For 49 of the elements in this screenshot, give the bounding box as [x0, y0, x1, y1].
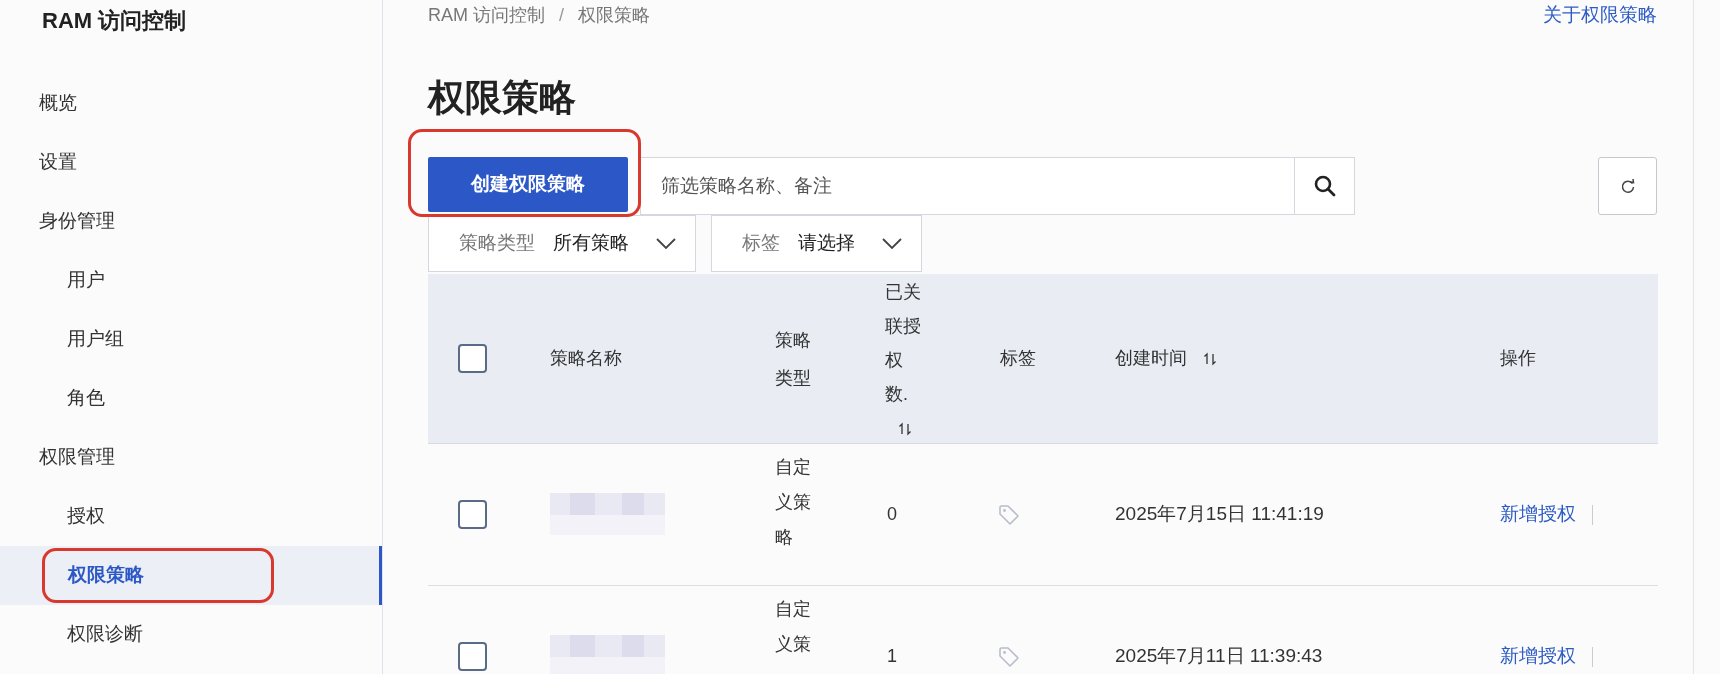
table-cell: 2025年7月15日 11:41:19 [1115, 503, 1324, 525]
checkbox[interactable] [458, 500, 487, 529]
search-button[interactable] [1295, 157, 1355, 215]
table-cell: 0 [887, 504, 897, 524]
filter-dropdown[interactable]: 标签 请选择 [711, 215, 922, 272]
column-header: 策略类型 [775, 328, 812, 390]
table-cell: 2025年7月11日 11:39:43 [1115, 645, 1323, 667]
help-link[interactable]: 关于权限策略 [1543, 0, 1657, 30]
sidebar-item[interactable]: 用户组 [0, 310, 382, 369]
filter-dropdown[interactable]: 策略类型 所有策略 [428, 215, 696, 272]
filter-label: 策略类型 [459, 231, 535, 256]
sidebar-item[interactable]: 权限策略 [0, 546, 382, 605]
sort-icon[interactable] [898, 422, 912, 437]
table-cell: 1 [887, 646, 897, 666]
chevron-down-icon [655, 236, 677, 251]
sort-icon[interactable] [1203, 351, 1217, 366]
sidebar-item[interactable]: 权限诊断 [0, 605, 382, 664]
page-title: 权限策略 [428, 76, 577, 120]
breadcrumb-item[interactable]: RAM 访问控制 [428, 1, 545, 29]
sidebar-item[interactable]: 身份管理 [0, 192, 382, 251]
sidebar-item[interactable]: 授权 [0, 487, 382, 546]
add-authorization-link[interactable]: 新增授权 [1500, 642, 1576, 671]
column-header: 标签 [1000, 347, 1036, 370]
search-icon [1312, 174, 1337, 198]
search-field[interactable]: 筛选策略名称、备注 [640, 157, 1295, 215]
refresh-icon [1619, 178, 1636, 194]
breadcrumb-separator: / [559, 3, 564, 27]
column-header: 操作 [1500, 347, 1536, 370]
sidebar-item[interactable]: 设置 [0, 133, 382, 192]
sidebar-item[interactable]: 用户 [0, 251, 382, 310]
table-cell-text: 自定义策 [775, 598, 812, 656]
chevron-down-icon [881, 236, 903, 251]
table-cell-text: 自定义策略 [775, 456, 812, 549]
filter-label: 标签 [742, 231, 780, 256]
create-policy-button[interactable]: 创建权限策略 [428, 157, 628, 212]
filter-value: 所有策略 [553, 231, 629, 256]
highlight-outline: 权限策略 [42, 548, 274, 603]
sidebar-item[interactable]: 权限管理 [0, 428, 382, 487]
sidebar-item[interactable]: 概览 [0, 74, 382, 133]
checkbox[interactable] [458, 642, 487, 671]
sidebar-item[interactable]: 角色 [0, 369, 382, 428]
filter-value: 请选择 [798, 231, 855, 256]
column-header: 创建时间 [1115, 347, 1187, 370]
column-header: 策略名称 [550, 347, 622, 370]
breadcrumb-item[interactable]: 权限策略 [578, 1, 650, 29]
add-authorization-link[interactable]: 新增授权 [1500, 500, 1576, 529]
sidebar-title: RAM 访问控制 [41, 7, 188, 35]
column-header: 已关联授权数. [885, 281, 922, 406]
checkbox[interactable] [458, 344, 487, 373]
